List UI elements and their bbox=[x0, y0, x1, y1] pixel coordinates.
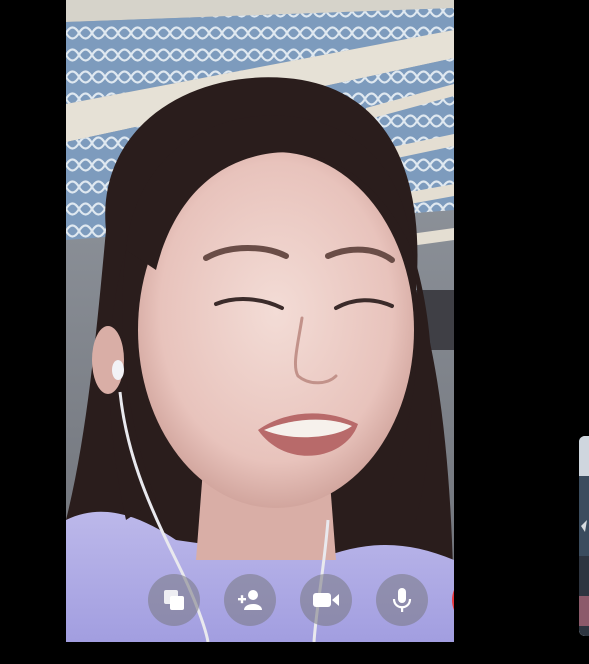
video-call-screen bbox=[0, 0, 589, 664]
end-call-button[interactable] bbox=[452, 574, 454, 626]
call-controls bbox=[132, 574, 454, 626]
switch-window-button[interactable] bbox=[148, 574, 200, 626]
add-person-icon bbox=[238, 590, 262, 610]
microphone-icon bbox=[392, 588, 412, 612]
remote-participant-video bbox=[66, 0, 454, 642]
microphone-toggle-button[interactable] bbox=[376, 574, 428, 626]
video-camera-icon bbox=[313, 593, 339, 607]
add-person-button[interactable] bbox=[224, 574, 276, 626]
switch-window-icon bbox=[164, 590, 184, 610]
self-view-thumbnail[interactable] bbox=[579, 436, 589, 636]
video-toggle-button[interactable] bbox=[300, 574, 352, 626]
